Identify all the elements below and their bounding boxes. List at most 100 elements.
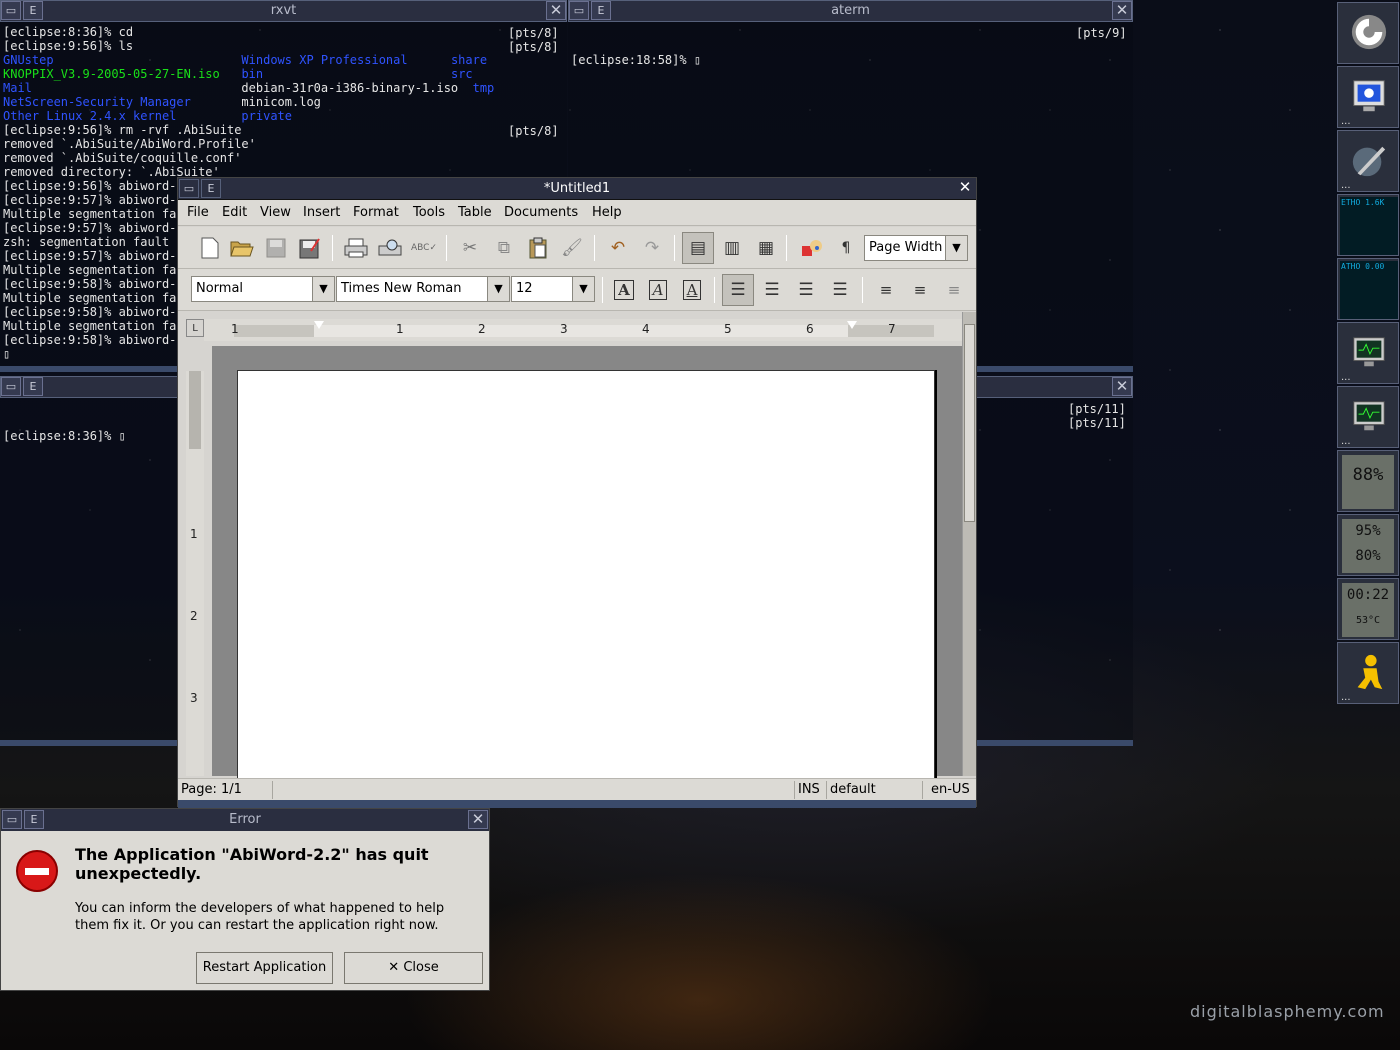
- close-icon[interactable]: ✕: [1112, 1, 1132, 20]
- error-dialog[interactable]: Error ▭ E ✕ The Application "AbiWord-2.2…: [0, 808, 490, 991]
- left-indent-marker[interactable]: [314, 321, 324, 329]
- terminal-text: zsh: segmentation fault: [3, 235, 170, 249]
- menu-view[interactable]: View: [260, 205, 291, 220]
- menu-format[interactable]: Format: [353, 205, 399, 220]
- paste-icon[interactable]: [524, 234, 552, 262]
- align-left-icon[interactable]: ☰: [722, 274, 754, 306]
- open-folder-icon[interactable]: [228, 234, 256, 262]
- chevron-down-icon[interactable]: ▼: [945, 236, 967, 260]
- document-canvas[interactable]: [212, 346, 962, 790]
- two-columns-icon[interactable]: ▥: [718, 234, 746, 262]
- menu-help[interactable]: Help: [592, 205, 622, 220]
- dock-net-monitor-1[interactable]: ETHO 1.6K: [1337, 194, 1399, 256]
- save-as-icon[interactable]: [296, 234, 324, 262]
- redo-icon[interactable]: ↷: [638, 234, 666, 262]
- dock-net-monitor-2[interactable]: ATHO 0.00: [1337, 258, 1399, 320]
- underline-icon[interactable]: A: [678, 276, 706, 304]
- document-page[interactable]: [237, 370, 935, 790]
- dock: ... ... ETHO 1.6K ATHO 0.00 ... ... 88% …: [1336, 0, 1400, 704]
- abiword-window[interactable]: *Untitled1 ▭ E ✕ File Edit View Insert F…: [177, 177, 977, 808]
- font-size-select[interactable]: 12 ▼: [511, 276, 595, 302]
- window-menu-icon[interactable]: ▭: [569, 1, 589, 20]
- window-menu-icon[interactable]: ▭: [2, 810, 22, 829]
- dock-item-terminal-1[interactable]: ...: [1337, 322, 1399, 384]
- window-menu-icon[interactable]: ▭: [1, 1, 21, 20]
- aterm-titlebar[interactable]: aterm: [568, 0, 1133, 22]
- font-select[interactable]: Times New Roman ▼: [336, 276, 510, 302]
- terminal-text: tmp: [472, 81, 495, 95]
- dock-mem-meter[interactable]: 95% 80%: [1337, 514, 1399, 576]
- undo-icon[interactable]: ↶: [604, 234, 632, 262]
- close-icon[interactable]: ✕: [955, 179, 975, 198]
- style-select[interactable]: Normal ▼: [191, 276, 335, 302]
- dock-item-monitor[interactable]: ...: [1337, 66, 1399, 128]
- three-columns-icon[interactable]: ▦: [752, 234, 780, 262]
- single-column-icon[interactable]: ▤: [682, 232, 714, 264]
- copy-icon[interactable]: ⧉: [490, 234, 518, 262]
- chevron-down-icon[interactable]: ▼: [572, 277, 594, 301]
- tab-stop-selector[interactable]: L: [186, 319, 204, 337]
- right-indent-marker[interactable]: [847, 321, 857, 329]
- horizontal-ruler[interactable]: 1 1 2 3 4 5 6 7: [204, 319, 968, 341]
- window-e-button[interactable]: E: [23, 1, 43, 20]
- dock-clock[interactable]: 00:22 53°C: [1337, 578, 1399, 640]
- cut-icon[interactable]: ✂: [456, 234, 484, 262]
- menu-file[interactable]: File: [187, 205, 209, 220]
- show-formatting-icon[interactable]: ¶: [832, 234, 860, 262]
- bold-icon[interactable]: A: [610, 276, 638, 304]
- scrollbar-thumb[interactable]: [964, 324, 975, 522]
- dock-cpu-meter[interactable]: 88%: [1337, 450, 1399, 512]
- error-titlebar[interactable]: Error: [1, 809, 489, 831]
- ruler-text-area: [314, 325, 848, 337]
- close-button[interactable]: ✕ Close: [344, 952, 483, 984]
- window-e-button[interactable]: E: [591, 1, 611, 20]
- align-right-icon[interactable]: ☰: [792, 276, 820, 304]
- dock-dots: ...: [1341, 692, 1351, 703]
- menu-edit[interactable]: Edit: [222, 205, 247, 220]
- italic-icon[interactable]: A: [644, 276, 672, 304]
- terminal-line: removed `.AbiSuite/coquille.conf': [3, 151, 564, 165]
- restart-application-button[interactable]: Restart Application: [196, 952, 333, 984]
- insert-image-icon[interactable]: [798, 234, 826, 262]
- window-e-button[interactable]: E: [23, 377, 43, 396]
- menu-table[interactable]: Table: [458, 205, 492, 220]
- print-icon[interactable]: [342, 234, 370, 262]
- close-icon[interactable]: ✕: [546, 1, 566, 20]
- close-icon[interactable]: ✕: [468, 810, 488, 829]
- abiword-titlebar[interactable]: *Untitled1 ▭ E ✕: [178, 178, 976, 200]
- dock-item-debian[interactable]: [1337, 2, 1399, 64]
- terminal-line: NetScreen-Security Manager minicom.log: [3, 95, 564, 109]
- menu-tools[interactable]: Tools: [413, 205, 445, 220]
- menu-documents[interactable]: Documents: [504, 205, 578, 220]
- window-menu-icon[interactable]: ▭: [1, 377, 21, 396]
- vertical-scrollbar[interactable]: [962, 312, 976, 776]
- format-painter-icon[interactable]: 🖌: [558, 234, 586, 262]
- justify-icon[interactable]: ☰: [826, 276, 854, 304]
- new-document-icon[interactable]: [196, 234, 224, 262]
- dock-item-editor[interactable]: ...: [1337, 130, 1399, 192]
- ruler-margin: [189, 371, 201, 449]
- dock-item-gaim[interactable]: ...: [1337, 642, 1399, 704]
- abiword-bottom-border: [178, 800, 976, 808]
- rxvt-titlebar[interactable]: rxvt: [0, 0, 567, 22]
- close-icon[interactable]: ✕: [1112, 377, 1132, 396]
- save-icon[interactable]: [262, 234, 290, 262]
- window-menu-icon[interactable]: ▭: [179, 179, 199, 198]
- window-e-button[interactable]: E: [201, 179, 221, 198]
- bulleted-list-icon[interactable]: ≡: [906, 276, 934, 304]
- dock-item-terminal-2[interactable]: ...: [1337, 386, 1399, 448]
- menu-insert[interactable]: Insert: [303, 205, 340, 220]
- network-value: 1.6K: [1365, 198, 1385, 207]
- outdent-icon[interactable]: ≡: [940, 276, 968, 304]
- spellcheck-icon[interactable]: ABC✓: [410, 234, 438, 262]
- chevron-down-icon[interactable]: ▼: [312, 277, 334, 301]
- window-e-button[interactable]: E: [24, 810, 44, 829]
- chevron-down-icon[interactable]: ▼: [487, 277, 509, 301]
- print-preview-icon[interactable]: [376, 234, 404, 262]
- toolbar-separator: [786, 235, 787, 261]
- vertical-ruler[interactable]: 1 2 3: [186, 371, 204, 776]
- numbered-list-icon[interactable]: ≡: [872, 276, 900, 304]
- zoom-select[interactable]: Page Width ▼: [864, 235, 968, 261]
- align-center-icon[interactable]: ☰: [758, 276, 786, 304]
